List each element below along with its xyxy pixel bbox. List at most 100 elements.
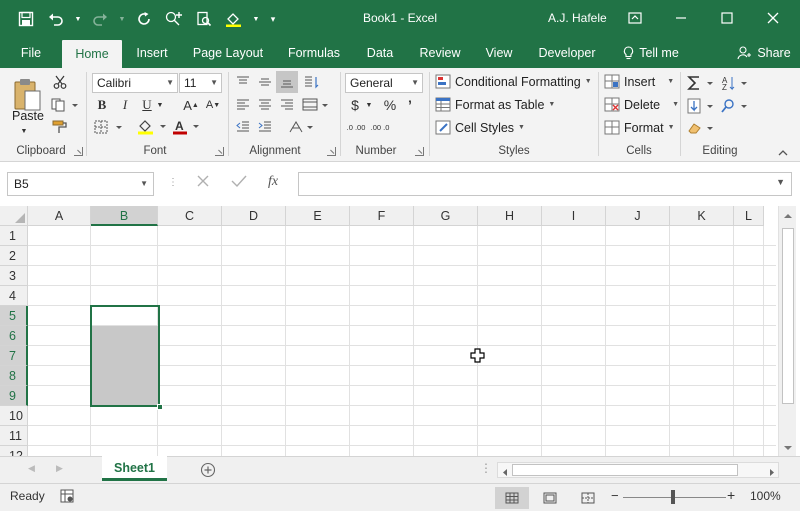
conditional-formatting-button[interactable]: Conditional Formatting ▼: [435, 74, 592, 89]
confirm-entry-icon[interactable]: [231, 174, 247, 192]
prev-sheet-icon[interactable]: ◀: [28, 463, 35, 474]
sort-filter-icon[interactable]: AZ: [720, 73, 750, 93]
zoom-level[interactable]: 100%: [750, 489, 781, 503]
tab-page-layout[interactable]: Page Layout: [187, 38, 269, 68]
comma-button[interactable]: ’: [403, 96, 417, 114]
page-layout-view-icon[interactable]: [533, 487, 567, 509]
expand-formula-bar-icon[interactable]: ▼: [776, 177, 785, 187]
column-header-i[interactable]: I: [542, 206, 606, 226]
currency-dropdown-icon[interactable]: ▼: [364, 98, 374, 112]
tab-file[interactable]: File: [10, 38, 52, 68]
font-color-icon[interactable]: A: [171, 118, 203, 136]
close-icon[interactable]: [757, 6, 789, 30]
format-painter-icon[interactable]: [50, 118, 70, 136]
paste-button[interactable]: Paste: [12, 109, 44, 123]
formula-input[interactable]: ▼: [298, 172, 792, 196]
page-break-view-icon[interactable]: [571, 487, 605, 509]
zoom-slider-thumb[interactable]: [671, 490, 675, 504]
insert-cells-button[interactable]: Insert ▼: [604, 74, 674, 89]
autosum-icon[interactable]: [686, 73, 716, 93]
vertical-scrollbar[interactable]: [778, 206, 796, 456]
next-sheet-icon[interactable]: ▶: [56, 463, 63, 474]
tab-data[interactable]: Data: [360, 38, 400, 68]
increase-font-button[interactable]: A ▲: [182, 96, 200, 114]
clipboard-launcher-icon[interactable]: [74, 147, 83, 156]
find-select-icon[interactable]: [720, 96, 750, 116]
tab-split-grip-icon[interactable]: ⋮: [480, 461, 492, 475]
align-left-icon[interactable]: [234, 96, 252, 114]
sheet-tab-sheet1[interactable]: Sheet1: [102, 456, 167, 481]
zoom-out-button[interactable]: −: [611, 488, 619, 503]
delete-cells-button[interactable]: Delete ▼: [604, 97, 679, 112]
horizontal-scrollbar[interactable]: [497, 462, 779, 478]
column-header-f[interactable]: F: [350, 206, 414, 226]
row-header-5[interactable]: 5: [0, 306, 28, 326]
name-box[interactable]: B5 ▼: [7, 172, 154, 196]
tab-review[interactable]: Review: [412, 38, 468, 68]
row-header-2[interactable]: 2: [0, 246, 28, 266]
macro-record-icon[interactable]: [60, 489, 74, 506]
horizontal-scroll-thumb[interactable]: [512, 464, 738, 476]
new-sheet-icon[interactable]: [200, 462, 216, 481]
decrease-indent-icon[interactable]: [234, 118, 252, 136]
orientation-icon[interactable]: [301, 73, 323, 91]
row-header-3[interactable]: 3: [0, 266, 28, 286]
number-launcher-icon[interactable]: [415, 147, 424, 156]
decrease-font-button[interactable]: A ▼: [204, 96, 222, 114]
increase-indent-icon[interactable]: [256, 118, 274, 136]
tab-formulas[interactable]: Formulas: [280, 38, 348, 68]
column-header-g[interactable]: G: [414, 206, 478, 226]
underline-dropdown-icon[interactable]: ▼: [155, 98, 165, 112]
bottom-align-icon[interactable]: [276, 71, 298, 93]
vertical-scroll-thumb[interactable]: [782, 228, 794, 404]
row-header-12[interactable]: 12: [0, 446, 28, 456]
column-header-j[interactable]: J: [606, 206, 670, 226]
tab-developer[interactable]: Developer: [532, 38, 602, 68]
middle-align-icon[interactable]: [256, 73, 274, 91]
row-header-7[interactable]: 7: [0, 346, 28, 366]
scroll-up-icon[interactable]: [783, 210, 793, 224]
top-align-icon[interactable]: [234, 73, 252, 91]
select-all-button[interactable]: [0, 206, 28, 226]
row-header-4[interactable]: 4: [0, 286, 28, 306]
align-center-icon[interactable]: [256, 96, 274, 114]
share-button[interactable]: Share: [734, 38, 794, 68]
minimize-icon[interactable]: [665, 6, 697, 30]
tab-home[interactable]: Home: [62, 40, 122, 68]
column-header-k[interactable]: K: [670, 206, 734, 226]
format-as-table-button[interactable]: Format as Table ▼: [435, 97, 555, 112]
maximize-icon[interactable]: [711, 6, 743, 30]
worksheet-grid[interactable]: ABCDEFGHIJKL 1 2 3 4 5 6 7 8 9 10 11 12: [0, 206, 800, 456]
percent-button[interactable]: %: [381, 96, 399, 114]
align-right-icon[interactable]: [278, 96, 296, 114]
column-header-a[interactable]: A: [28, 206, 91, 226]
paste-dropdown-icon[interactable]: ▼: [18, 126, 30, 136]
collapse-ribbon-icon[interactable]: [776, 146, 790, 158]
font-name-combo[interactable]: Calibri ▼: [92, 73, 178, 93]
copy-icon[interactable]: [50, 96, 80, 114]
cancel-entry-icon[interactable]: [196, 174, 210, 192]
clear-icon[interactable]: [686, 118, 716, 138]
number-format-combo[interactable]: General ▼: [345, 73, 423, 93]
zoom-in-button[interactable]: +: [727, 487, 735, 503]
scroll-right-icon[interactable]: [768, 466, 776, 480]
italic-button[interactable]: I: [116, 96, 134, 114]
tell-me-box[interactable]: Tell me: [620, 38, 682, 68]
currency-button[interactable]: $: [348, 96, 362, 114]
tab-view[interactable]: View: [479, 38, 519, 68]
row-header-10[interactable]: 10: [0, 406, 28, 426]
row-header-6[interactable]: 6: [0, 326, 28, 346]
selection-border[interactable]: [90, 305, 160, 407]
tab-insert[interactable]: Insert: [130, 38, 174, 68]
font-launcher-icon[interactable]: [215, 147, 224, 156]
column-header-h[interactable]: H: [478, 206, 542, 226]
insert-function-button[interactable]: fx: [268, 174, 278, 190]
fill-icon[interactable]: [686, 96, 716, 116]
column-header-b[interactable]: B: [91, 206, 158, 226]
row-header-1[interactable]: 1: [0, 226, 28, 246]
format-cells-button[interactable]: Format ▼: [604, 120, 675, 135]
formula-bar-grip-icon[interactable]: ⋮: [168, 177, 178, 188]
cell-styles-button[interactable]: Cell Styles ▼: [435, 120, 525, 135]
column-header-d[interactable]: D: [222, 206, 286, 226]
user-name[interactable]: A.J. Hafele: [548, 11, 607, 25]
